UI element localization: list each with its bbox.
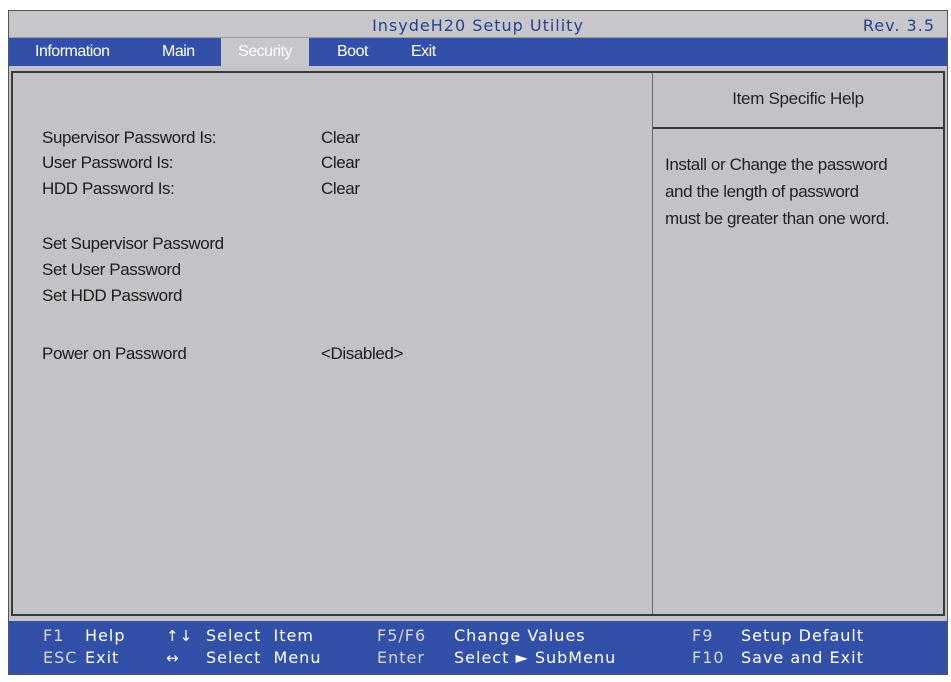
tab-boot[interactable]: Boot — [331, 38, 374, 66]
settings-pane: Supervisor Password Is: Clear User Passw… — [13, 73, 653, 614]
help-text: Install or Change the password and the l… — [665, 151, 937, 232]
power-on-password-value[interactable]: <Disabled> — [321, 341, 403, 367]
enter-key: Enter — [377, 648, 425, 667]
save-and-exit-desc: Save and Exit — [741, 648, 864, 667]
left-right-arrows-icon: ↔ — [166, 649, 180, 667]
hdd-password-status: HDD Password Is: Clear — [42, 176, 360, 202]
setup-default-desc: Setup Default — [741, 626, 865, 645]
user-password-status: User Password Is: Clear — [42, 150, 360, 176]
select-menu-desc: Select Menu — [206, 648, 322, 667]
power-on-password-item[interactable]: Power on Password <Disabled> — [42, 341, 403, 367]
content-area: Supervisor Password Is: Clear User Passw… — [11, 71, 945, 616]
power-on-password-label: Power on Password — [42, 344, 187, 363]
supervisor-password-status: Supervisor Password Is: Clear — [42, 125, 360, 151]
title-bar: InsydeH20 Setup Utility Rev. 3.5 — [9, 11, 947, 38]
tab-main[interactable]: Main — [156, 38, 201, 66]
help-divider — [653, 127, 943, 129]
menu-bar: Information Main Security Boot Exit — [9, 38, 947, 66]
hdd-password-status-value: Clear — [321, 179, 360, 198]
f10-key: F10 — [692, 648, 725, 667]
hdd-password-status-label: HDD Password Is: — [42, 179, 175, 198]
up-down-arrows-icon: ↑↓ — [166, 627, 194, 645]
user-password-status-value: Clear — [321, 153, 360, 172]
set-hdd-password-label: Set HDD Password — [42, 286, 183, 305]
help-line: Install or Change the password — [665, 155, 888, 174]
tab-information[interactable]: Information — [29, 38, 116, 66]
supervisor-password-status-value: Clear — [321, 128, 360, 147]
select-item-desc: Select Item — [206, 626, 314, 645]
esc-desc: Exit — [85, 648, 120, 667]
select-submenu-desc: Select ► SubMenu — [454, 648, 617, 667]
key-legend: F1 Help ↑↓ Select Item F5/F6 Change Valu… — [9, 621, 947, 674]
set-hdd-password-item[interactable]: Set HDD Password — [42, 283, 182, 309]
help-line: must be greater than one word. — [665, 209, 890, 228]
f1-key: F1 — [43, 626, 65, 645]
bios-window: InsydeH20 Setup Utility Rev. 3.5 Informa… — [8, 10, 948, 675]
app-title: InsydeH20 Setup Utility — [372, 16, 584, 35]
help-pane: Item Specific Help Install or Change the… — [653, 73, 943, 614]
set-supervisor-password-label: Set Supervisor Password — [42, 234, 224, 253]
help-title: Item Specific Help — [732, 89, 864, 108]
set-user-password-item[interactable]: Set User Password — [42, 257, 181, 283]
tab-security[interactable]: Security — [221, 38, 309, 66]
change-values-desc: Change Values — [454, 626, 586, 645]
f5f6-key: F5/F6 — [377, 626, 427, 645]
help-line: and the length of password — [665, 182, 859, 201]
tab-exit[interactable]: Exit — [405, 38, 442, 66]
supervisor-password-status-label: Supervisor Password Is: — [42, 128, 217, 147]
revision-label: Rev. 3.5 — [862, 16, 935, 35]
f1-desc: Help — [85, 626, 126, 645]
set-user-password-label: Set User Password — [42, 260, 181, 279]
esc-key: ESC — [43, 648, 78, 667]
user-password-status-label: User Password Is: — [42, 153, 174, 172]
set-supervisor-password-item[interactable]: Set Supervisor Password — [42, 231, 224, 257]
f9-key: F9 — [692, 626, 714, 645]
